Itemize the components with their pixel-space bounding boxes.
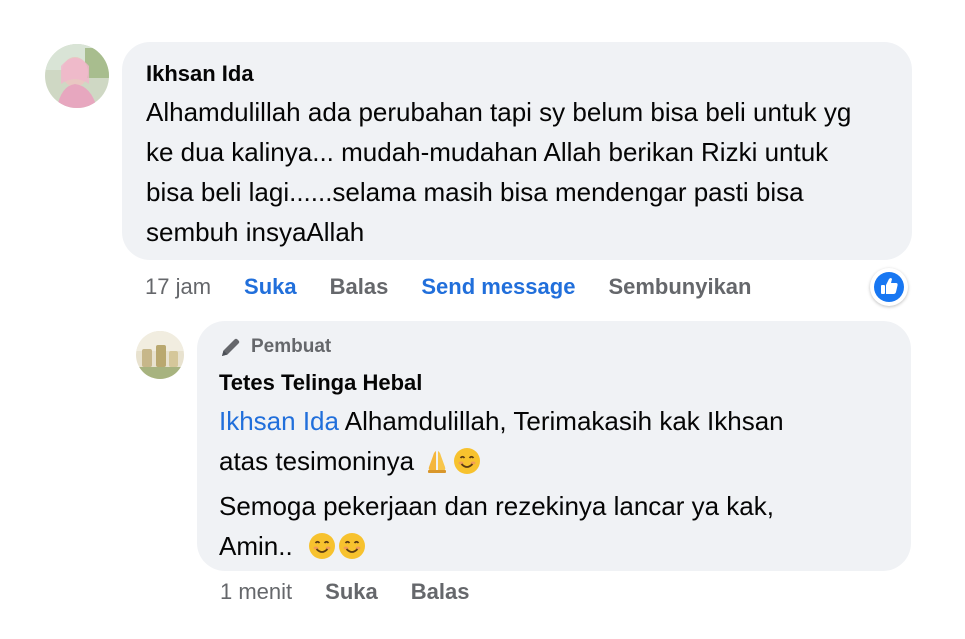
reply-author[interactable]: Tetes Telinga Hebal [219, 369, 889, 397]
reply-text: Ikhsan Ida Alhamdulillah, Terimakasih ka… [219, 401, 889, 571]
reply-line-3: Semoga pekerjaan dan rezekinya lancar ya… [219, 491, 774, 521]
mention-link[interactable]: Ikhsan Ida [219, 406, 339, 436]
reply-button[interactable]: Balas [330, 274, 389, 300]
author-badge: Pembuat [219, 335, 889, 359]
smiling-face-emoji-icon [338, 531, 366, 571]
comment-text: Alhamdulillah ada perubahan tapi sy belu… [146, 97, 852, 247]
hide-button[interactable]: Sembunyikan [608, 274, 751, 300]
page-avatar[interactable] [136, 331, 184, 379]
smiling-face-emoji-icon [453, 446, 481, 486]
comment-bubble: Ikhsan Ida Alhamdulillah ada perubahan t… [122, 42, 912, 260]
reply-like-button[interactable]: Suka [325, 579, 378, 605]
reply-line-4: Amin.. [219, 526, 889, 571]
smiling-face-emoji-icon [308, 531, 336, 571]
reply-actions: 1 menit Suka Balas [220, 579, 469, 605]
comment-timestamp[interactable]: 17 jam [145, 274, 211, 300]
reply-bubble: Pembuat Tetes Telinga Hebal Ikhsan Ida A… [197, 321, 911, 571]
comment-actions: 17 jam Suka Balas Send message Sembunyik… [145, 274, 751, 300]
reply-line-1: Ikhsan Ida Alhamdulillah, Terimakasih ka… [219, 406, 784, 436]
like-icon [874, 272, 904, 302]
folded-hands-emoji-icon [423, 446, 451, 486]
like-reaction-badge[interactable] [870, 268, 908, 306]
comment-author[interactable]: Ikhsan Ida [146, 60, 888, 88]
reply-timestamp[interactable]: 1 menit [220, 579, 292, 605]
send-message-button[interactable]: Send message [421, 274, 575, 300]
pencil-icon [222, 338, 240, 356]
reply-reply-button[interactable]: Balas [411, 579, 470, 605]
like-button[interactable]: Suka [244, 274, 297, 300]
commenter-avatar[interactable] [45, 44, 109, 108]
author-badge-label: Pembuat [251, 336, 332, 357]
reply-line-2: atas tesimoninya [219, 441, 889, 486]
